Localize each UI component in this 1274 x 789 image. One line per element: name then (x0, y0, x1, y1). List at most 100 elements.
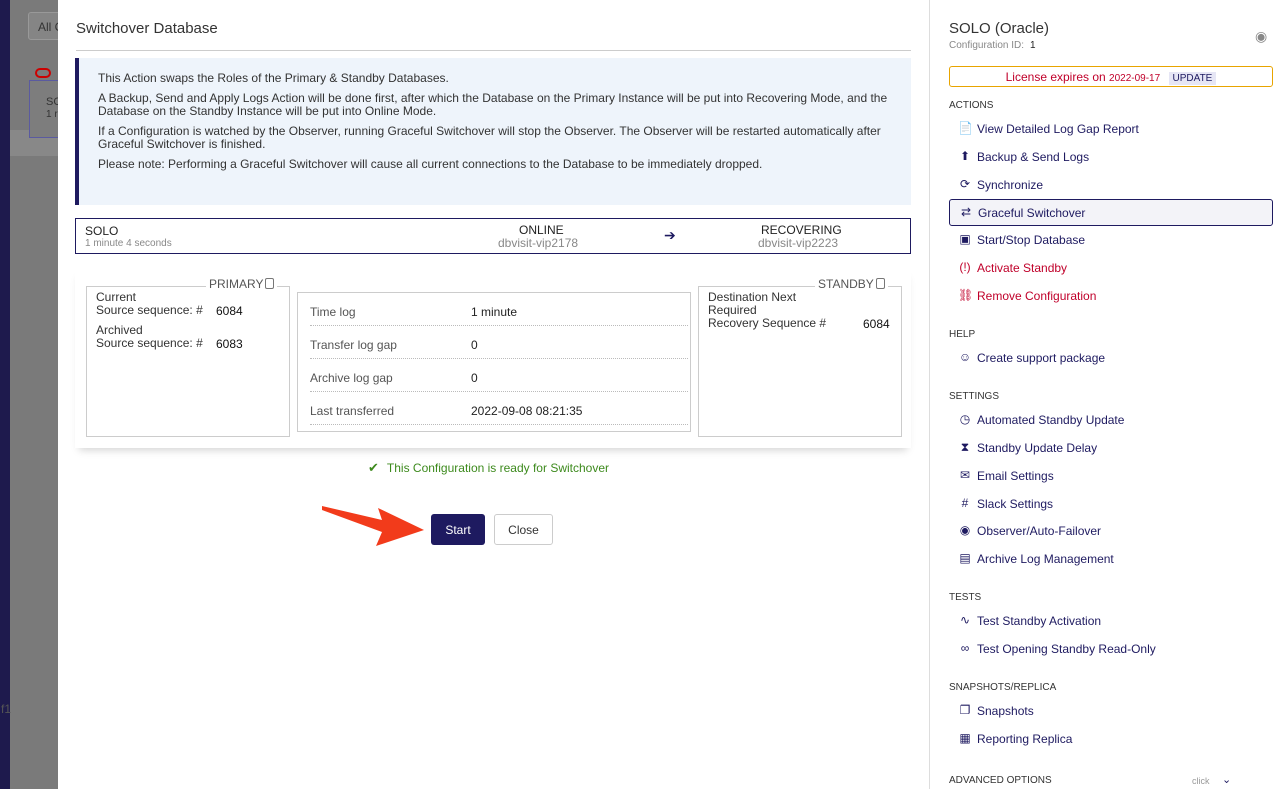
stat-value: 1 minute (471, 305, 518, 319)
snapshot-label: Snapshots (977, 704, 1034, 718)
info-text: A Backup, Send and Apply Logs Action wil… (98, 91, 888, 118)
standby-heading: STANDBY (815, 277, 888, 291)
switchover-route: SOLO 1 minute 4 seconds ONLINE dbvisit-v… (75, 218, 911, 254)
section-actions: ACTIONS (949, 100, 994, 111)
snapshots-item[interactable]: ❐ Snapshots (949, 698, 1273, 724)
snapshot-label: Reporting Replica (977, 732, 1073, 746)
settings-label: Observer/Auto-Failover (977, 524, 1102, 538)
ready-message: ✔ This Configuration is ready for Switcho… (368, 460, 609, 476)
action-start-stop-database[interactable]: ▣ Start/Stop Database (949, 227, 1273, 253)
slack-icon: # (961, 496, 969, 510)
section-settings: SETTINGS (949, 391, 1000, 402)
ready-text: This Configuration is ready for Switchov… (386, 461, 609, 475)
glasses-icon: ∞ (960, 641, 970, 655)
section-tests: TESTS (949, 592, 982, 603)
current-label-line: Current (96, 290, 137, 304)
report-icon: 📄 (958, 121, 973, 135)
settings-label: Archive Log Management (977, 552, 1114, 566)
start-button[interactable]: Start (431, 514, 485, 545)
standby-label-line: Recovery Sequence # (708, 316, 827, 330)
pulse-icon: ∿ (959, 613, 971, 627)
background-card-sub: 1 r (46, 109, 58, 120)
clock-icon: ◷ (959, 412, 971, 426)
config-uptime: 1 minute 4 seconds (85, 238, 172, 249)
settings-archive-log-management[interactable]: ▤ Archive Log Management (949, 546, 1273, 572)
help-label: Create support package (977, 351, 1106, 365)
info-box: This Action swaps the Roles of the Prima… (75, 58, 911, 205)
from-state: ONLINE (519, 223, 564, 237)
action-remove-configuration[interactable]: ⛓ Remove Configuration (949, 283, 1273, 309)
license-text: License expires on (1005, 70, 1106, 84)
primary-box: Current Source sequence: # 6084 Archived… (86, 286, 290, 437)
action-label: Synchronize (977, 178, 1044, 192)
stat-label: Archive log gap (310, 371, 393, 385)
info-text: This Action swaps the Roles of the Prima… (98, 71, 449, 85)
background-status-pill (35, 68, 51, 78)
to-state: RECOVERING (761, 223, 842, 237)
license-update-button[interactable]: UPDATE (1168, 72, 1217, 85)
support-icon: ☺ (958, 350, 972, 364)
chevron-down-icon[interactable]: ⌄ (1222, 773, 1231, 786)
stat-label: Last transferred (310, 404, 395, 418)
primary-heading-text: PRIMARY (209, 277, 264, 291)
standby-label-line: Destination Next (708, 290, 797, 304)
switchover-modal: Switchover Database This Action swaps th… (58, 0, 929, 789)
config-title: SOLO (Oracle) (949, 20, 1050, 37)
database-icon (875, 278, 885, 289)
section-snapshots: SNAPSHOTS/REPLICA (949, 682, 1057, 693)
action-synchronize[interactable]: ⟳ Synchronize (949, 172, 1273, 198)
stat-value: 0 (471, 338, 478, 352)
settings-automated-standby-update[interactable]: ◷ Automated Standby Update (949, 407, 1273, 433)
check-icon: ✔ (368, 460, 379, 475)
switch-icon: ⇄ (960, 205, 972, 219)
title-divider (76, 50, 911, 51)
to-host: dbvisit-vip2223 (758, 236, 839, 250)
action-label: Remove Configuration (977, 289, 1097, 303)
alert-icon: (!) (959, 260, 971, 274)
help-create-support-package[interactable]: ☺ Create support package (949, 345, 1273, 371)
test-opening-standby-read-only[interactable]: ∞ Test Opening Standby Read-Only (949, 636, 1273, 662)
standby-label: Destination Next Required Recovery Seque… (708, 291, 826, 330)
settings-slack[interactable]: # Slack Settings (949, 491, 1273, 517)
red-arrow-annotation (322, 506, 424, 546)
stat-value: 0 (471, 371, 478, 385)
action-label: Graceful Switchover (978, 206, 1086, 220)
arrow-right-icon: ➔ (664, 227, 676, 243)
advanced-hint: click (1192, 776, 1210, 786)
stat-label: Time log (310, 305, 356, 319)
settings-email[interactable]: ✉ Email Settings (949, 463, 1273, 489)
settings-label: Email Settings (977, 469, 1054, 483)
close-button[interactable]: Close (494, 514, 553, 545)
unlink-icon: ⛓ (958, 288, 974, 302)
action-activate-standby[interactable]: (!) Activate Standby (949, 255, 1273, 281)
test-standby-activation[interactable]: ∿ Test Standby Activation (949, 608, 1273, 634)
from-host: dbvisit-vip2178 (498, 236, 579, 250)
settings-label: Standby Update Delay (977, 441, 1098, 455)
copy-icon: ❐ (959, 703, 971, 717)
archive-icon: ▤ (959, 551, 971, 565)
section-advanced[interactable]: ADVANCED OPTIONS (949, 775, 1052, 786)
standby-heading-text: STANDBY (818, 277, 874, 291)
standby-box: Destination Next Required Recovery Seque… (698, 286, 902, 437)
test-label: Test Opening Standby Read-Only (977, 642, 1156, 656)
eye-icon[interactable]: ◉ (1255, 28, 1267, 45)
modal-title: Switchover Database (76, 20, 218, 37)
background-char: f1 (1, 702, 12, 716)
archived-label-line: Archived (96, 323, 143, 337)
config-id-value: 1 (1030, 40, 1036, 51)
hourglass-icon: ⧗ (960, 440, 970, 454)
action-graceful-switchover[interactable]: ⇄ Graceful Switchover (949, 199, 1273, 226)
standby-label-line: Required (708, 303, 757, 317)
action-log-gap-report[interactable]: 📄 View Detailed Log Gap Report (949, 116, 1273, 142)
action-backup-send-logs[interactable]: ⬆ Backup & Send Logs (949, 144, 1273, 170)
stat-row: Last transferred 2022-09-08 08:21:35 (310, 392, 688, 425)
settings-standby-update-delay[interactable]: ⧗ Standby Update Delay (949, 435, 1273, 461)
action-label: View Detailed Log Gap Report (977, 122, 1139, 136)
config-id-label: Configuration ID: (949, 40, 1025, 51)
action-label: Activate Standby (977, 261, 1068, 275)
primary-heading: PRIMARY (206, 277, 278, 291)
reporting-replica-item[interactable]: ▦ Reporting Replica (949, 726, 1273, 752)
settings-observer-auto-failover[interactable]: ◉ Observer/Auto-Failover (949, 518, 1273, 544)
upload-icon: ⬆ (959, 149, 971, 163)
section-help: HELP (949, 329, 976, 340)
